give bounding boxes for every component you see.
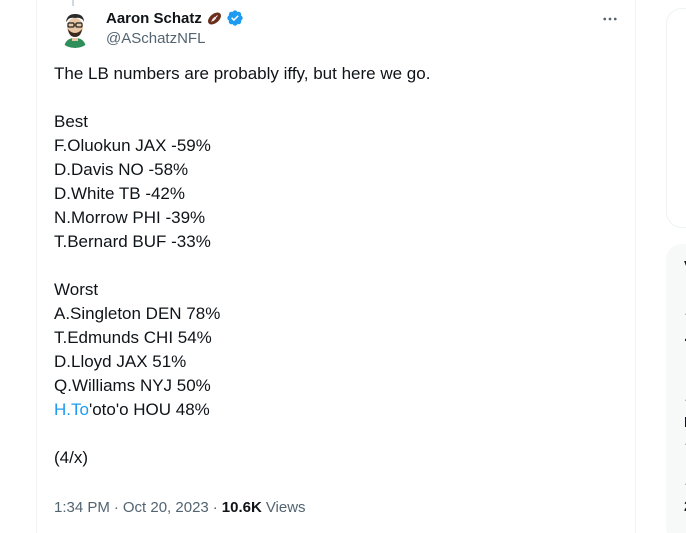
sidebar-card: V · · · I · · 2: [666, 244, 686, 533]
views-label: Views: [265, 498, 306, 516]
worst-heading: Worst: [54, 280, 99, 299]
best-item: D.Davis NO -58%: [54, 160, 189, 179]
worst-item-rest: 'oto'o HOU 48%: [88, 400, 210, 419]
worst-item: T.Edmunds CHI 54%: [54, 328, 212, 347]
left-gutter: [0, 0, 37, 533]
best-item: N.Morrow PHI -39%: [54, 208, 206, 227]
display-name[interactable]: Aaron Schatz: [106, 10, 202, 27]
best-item: D.White TB -42%: [54, 184, 186, 203]
sidebar-card: I: [666, 8, 686, 228]
worst-item: A.Singleton DEN 78%: [54, 304, 221, 323]
intro-line: The LB numbers are probably iffy, but he…: [54, 64, 431, 83]
thread-counter: (4/x): [54, 448, 88, 467]
tweet-meta: 1:34 PM · Oct 20, 2023 · 10.6K Views: [54, 497, 306, 517]
name-row: Aaron Schatz: [106, 8, 244, 28]
tweet[interactable]: Aaron Schatz @ASchatzNFL The LB numbers …: [37, 0, 636, 533]
tweet-date[interactable]: Oct 20, 2023: [123, 499, 209, 516]
thread-connector-line: [72, 0, 74, 6]
right-sidebar: I V · · · I · · 2: [636, 0, 686, 533]
tweet-text: The LB numbers are probably iffy, but he…: [54, 62, 614, 470]
views-count: 10.6K: [221, 498, 262, 516]
best-heading: Best: [54, 112, 89, 131]
avatar-cartoon-icon: [55, 8, 95, 48]
page: Aaron Schatz @ASchatzNFL The LB numbers …: [0, 0, 686, 533]
more-options-button[interactable]: [599, 8, 621, 30]
avatar[interactable]: [55, 8, 95, 48]
football-icon: [206, 10, 223, 27]
more-dots-icon: [603, 17, 617, 21]
author-block: Aaron Schatz @ASchatzNFL: [106, 8, 244, 47]
worst-item: D.Lloyd JAX 51%: [54, 352, 187, 371]
meta-separator: ·: [212, 498, 218, 516]
meta-separator: ·: [113, 498, 119, 516]
best-item: F.Oluokun JAX -59%: [54, 136, 211, 155]
handle[interactable]: @ASchatzNFL: [106, 30, 244, 47]
worst-item: H.To'oto'o HOU 48%: [54, 398, 614, 422]
tweet-time[interactable]: 1:34 PM: [54, 499, 110, 516]
worst-item: Q.Williams NYJ 50%: [54, 376, 211, 395]
best-item: T.Bernard BUF -33%: [54, 232, 211, 251]
verified-badge-icon[interactable]: [226, 9, 244, 27]
mention-link[interactable]: H.To: [54, 400, 89, 419]
